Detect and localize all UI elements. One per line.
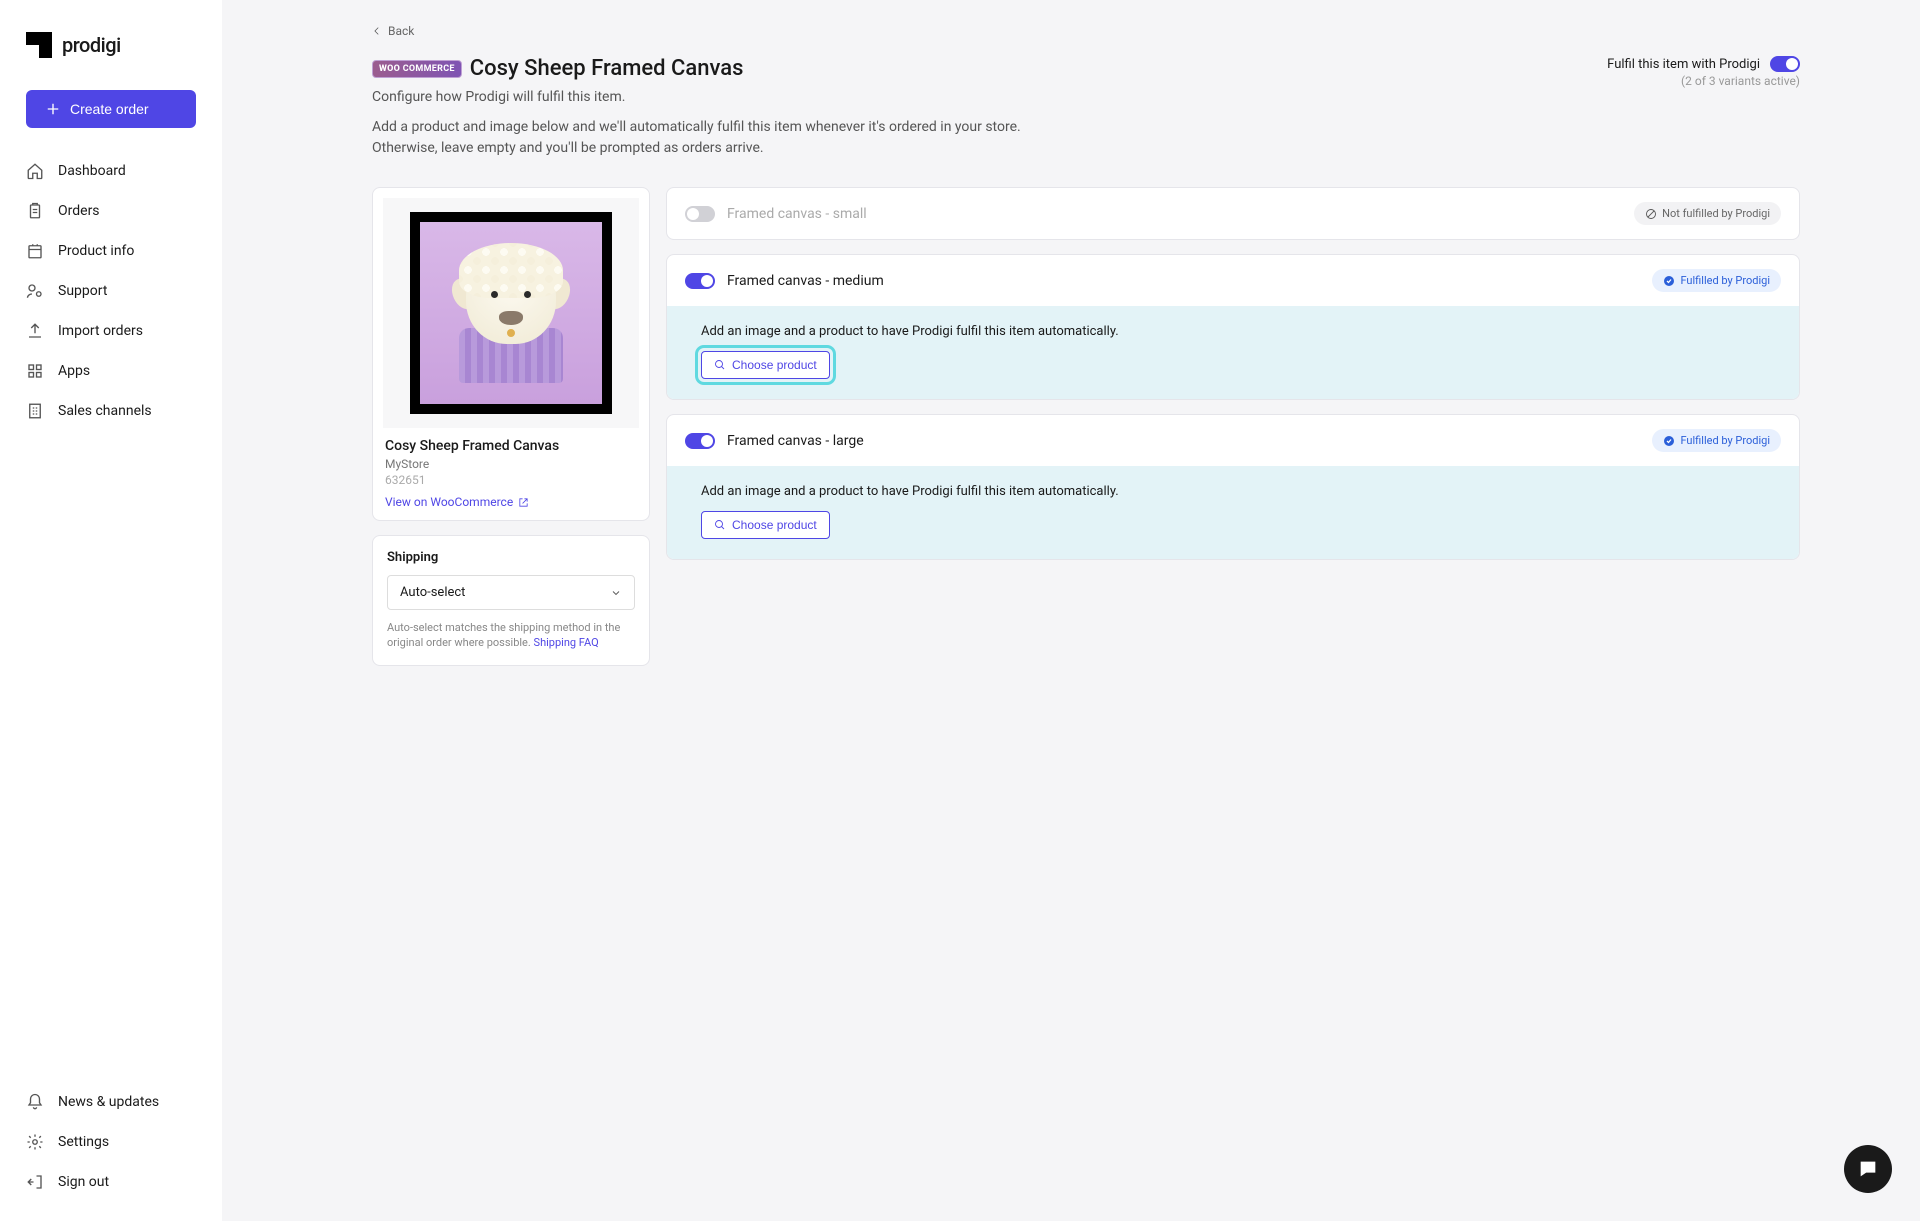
nav-label: Import orders	[58, 323, 143, 339]
variants-list: Framed canvas - small Not fulfilled by Pr…	[666, 187, 1800, 666]
product-id: 632651	[385, 473, 637, 487]
main-nav: Dashboard Orders Product info Support Im…	[0, 152, 222, 430]
nav-orders[interactable]: Orders	[10, 192, 212, 230]
support-icon	[26, 282, 44, 300]
prohibit-icon	[1645, 208, 1657, 220]
fulfil-control: Fulfil this item with Prodigi (2 of 3 va…	[1607, 56, 1800, 88]
variant-body-text: Add an image and a product to have Prodi…	[701, 324, 1765, 339]
shipping-faq-link[interactable]: Shipping FAQ	[534, 636, 599, 649]
calendar-icon	[26, 242, 44, 260]
shipping-title: Shipping	[387, 550, 635, 565]
fulfilled-badge: Fulfilled by Prodigi	[1652, 269, 1781, 292]
variant-header: Framed canvas - large Fulfilled by Prodig…	[667, 415, 1799, 466]
variant-card: Framed canvas - medium Fulfilled by Prodi…	[666, 254, 1800, 400]
brand-logo: prodigi	[0, 20, 222, 82]
subtitle: Configure how Prodigi will fulfil this i…	[372, 89, 1021, 105]
shipping-note: Auto-select matches the shipping method …	[387, 620, 635, 651]
nav-dashboard[interactable]: Dashboard	[10, 152, 212, 190]
choose-product-button[interactable]: Choose product	[701, 351, 830, 379]
back-link[interactable]: Back	[372, 24, 1800, 38]
not-fulfilled-badge: Not fulfilled by Prodigi	[1634, 202, 1781, 225]
variant-body-text: Add an image and a product to have Prodi…	[701, 484, 1765, 499]
nav-label: Product info	[58, 243, 134, 259]
nav-label: Orders	[58, 203, 100, 219]
grid-icon	[26, 362, 44, 380]
brand-name: prodigi	[62, 33, 121, 57]
chat-icon	[1857, 1158, 1879, 1180]
variant-toggle[interactable]	[685, 273, 715, 289]
variant-toggle[interactable]	[685, 206, 715, 222]
sign-out-icon	[26, 1173, 44, 1191]
home-icon	[26, 162, 44, 180]
woocommerce-badge: WOO COMMERCE	[372, 60, 462, 78]
shipping-card: Shipping Auto-select Auto-select matches…	[372, 535, 650, 666]
nav-label: Settings	[58, 1134, 109, 1150]
ext-link-label: View on WooCommerce	[385, 495, 513, 509]
variant-header: Framed canvas - medium Fulfilled by Prodi…	[667, 255, 1799, 306]
external-link-icon	[518, 497, 529, 508]
chevron-down-icon	[610, 587, 622, 599]
bottom-nav: News & updates Settings Sign out	[0, 1083, 222, 1201]
nav-label: News & updates	[58, 1094, 159, 1110]
variant-card: Framed canvas - large Fulfilled by Prodig…	[666, 414, 1800, 560]
page-title: Cosy Sheep Framed Canvas	[470, 56, 744, 81]
plus-icon	[44, 100, 62, 118]
chevron-left-icon	[372, 26, 382, 36]
upload-icon	[26, 322, 44, 340]
gear-icon	[26, 1133, 44, 1151]
chat-fab[interactable]	[1844, 1145, 1892, 1193]
fulfil-label: Fulfil this item with Prodigi	[1607, 57, 1760, 72]
variant-card: Framed canvas - small Not fulfilled by Pr…	[666, 187, 1800, 240]
sidebar: prodigi Create order Dashboard Orders Pr…	[0, 0, 222, 1221]
shipping-select[interactable]: Auto-select	[387, 575, 635, 610]
nav-import-orders[interactable]: Import orders	[10, 312, 212, 350]
variant-name: Framed canvas - small	[727, 206, 1622, 222]
bell-icon	[26, 1093, 44, 1111]
description-line-2: Otherwise, leave empty and you'll be pro…	[372, 138, 1021, 159]
nav-label: Sign out	[58, 1174, 109, 1190]
search-icon	[714, 359, 726, 371]
nav-label: Dashboard	[58, 163, 126, 179]
variant-header: Framed canvas - small Not fulfilled by Pr…	[667, 188, 1799, 239]
nav-sign-out[interactable]: Sign out	[10, 1163, 212, 1201]
nav-support[interactable]: Support	[10, 272, 212, 310]
variant-toggle[interactable]	[685, 433, 715, 449]
variant-name: Framed canvas - large	[727, 433, 1640, 449]
logo-mark-icon	[26, 32, 52, 58]
create-order-label: Create order	[70, 101, 149, 117]
description-line-1: Add a product and image below and we'll …	[372, 117, 1021, 138]
building-icon	[26, 402, 44, 420]
product-store: MyStore	[385, 457, 637, 471]
search-icon	[714, 519, 726, 531]
back-label: Back	[388, 24, 414, 38]
check-circle-icon	[1663, 275, 1675, 287]
product-name: Cosy Sheep Framed Canvas	[385, 438, 637, 454]
nav-label: Support	[58, 283, 107, 299]
sheep-illustration	[451, 243, 571, 383]
shipping-selected: Auto-select	[400, 585, 465, 600]
variant-body: Add an image and a product to have Prodi…	[667, 466, 1799, 559]
clipboard-icon	[26, 202, 44, 220]
check-circle-icon	[1663, 435, 1675, 447]
main-content: Back WOO COMMERCE Cosy Sheep Framed Canv…	[222, 0, 1920, 1221]
create-order-button[interactable]: Create order	[26, 90, 196, 128]
product-card: Cosy Sheep Framed Canvas MyStore 632651 …	[372, 187, 650, 521]
nav-sales-channels[interactable]: Sales channels	[10, 392, 212, 430]
fulfilled-badge: Fulfilled by Prodigi	[1652, 429, 1781, 452]
product-image	[383, 198, 639, 428]
variant-name: Framed canvas - medium	[727, 273, 1640, 289]
nav-apps[interactable]: Apps	[10, 352, 212, 390]
nav-news[interactable]: News & updates	[10, 1083, 212, 1121]
nav-label: Apps	[58, 363, 90, 379]
choose-product-wrap: Choose product	[701, 511, 830, 539]
nav-settings[interactable]: Settings	[10, 1123, 212, 1161]
view-on-woocommerce-link[interactable]: View on WooCommerce	[385, 495, 529, 509]
variant-body: Add an image and a product to have Prodi…	[667, 306, 1799, 399]
fulfil-subtext: (2 of 3 variants active)	[1607, 74, 1800, 88]
choose-product-wrap: Choose product	[701, 351, 830, 379]
choose-product-button[interactable]: Choose product	[701, 511, 830, 539]
nav-label: Sales channels	[58, 403, 152, 419]
nav-product-info[interactable]: Product info	[10, 232, 212, 270]
fulfil-toggle[interactable]	[1770, 56, 1800, 72]
